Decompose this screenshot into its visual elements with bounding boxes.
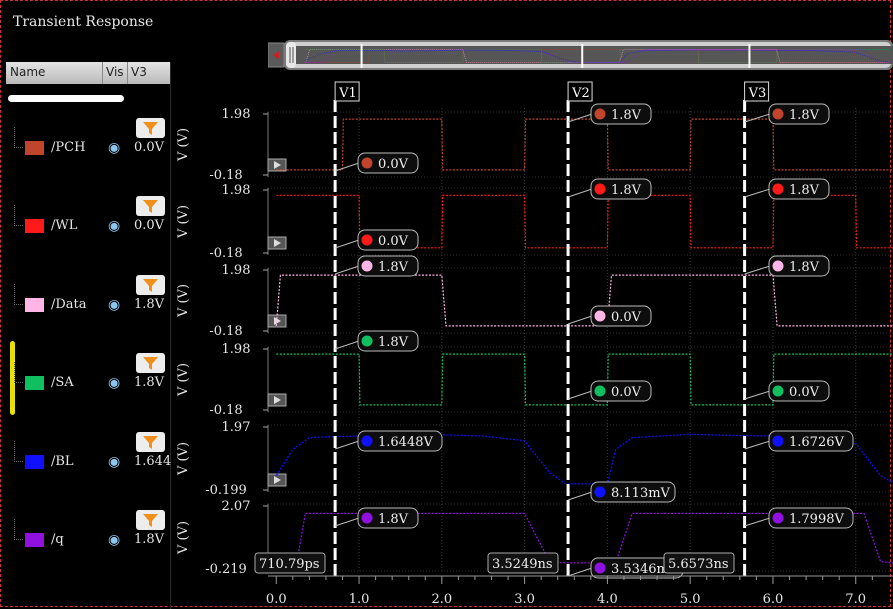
- cursor-handle[interactable]: V2: [567, 81, 593, 102]
- marker-leader: [334, 265, 360, 275]
- marker-dot: [594, 310, 606, 322]
- y-tick-label: 1.98: [222, 107, 251, 122]
- marker-value: 1.8V: [789, 260, 820, 275]
- marker-dot: [594, 486, 606, 498]
- marker-value: 8.113mV: [611, 486, 671, 501]
- x-tick-label: 2.0: [431, 592, 452, 607]
- marker-dot: [594, 183, 606, 195]
- marker-value: 0.0V: [611, 385, 642, 400]
- strip-frame: [267, 346, 893, 413]
- strip-play-button[interactable]: [267, 236, 287, 250]
- marker-leader: [567, 315, 593, 325]
- marker-value: 0.0V: [378, 234, 409, 249]
- marker-leader: [744, 265, 771, 275]
- y-tick-label: -0.18: [209, 246, 242, 261]
- y-tick-label: -0.18: [209, 403, 242, 418]
- marker-value: 0.0V: [378, 157, 409, 172]
- strip-frame: [267, 267, 893, 334]
- x-tick-label: 7.0: [845, 592, 866, 607]
- marker-dot: [361, 234, 373, 246]
- marker-leader: [334, 440, 360, 450]
- marker-value: 1.7998V: [789, 512, 844, 527]
- marker-dot: [772, 183, 784, 195]
- marker-value: 1.8V: [378, 260, 409, 275]
- marker-dot: [361, 435, 373, 447]
- x-tick-label: 0.0: [266, 592, 287, 607]
- y-tick-label: 2.07: [222, 499, 251, 514]
- cursor-x-readout: 710.79ps: [259, 557, 319, 572]
- y-tick-label: -0.18: [209, 324, 242, 339]
- cursor-label: V3: [748, 86, 767, 101]
- cursor-handle[interactable]: V3: [744, 81, 770, 102]
- marker-leader: [744, 440, 771, 450]
- y-tick-label: 1.98: [222, 263, 251, 278]
- marker-leader: [567, 567, 593, 577]
- y-tick-label: 1.98: [222, 183, 251, 198]
- y-axis-label: V (V): [176, 205, 191, 239]
- marker-value: 0.0V: [789, 385, 820, 400]
- y-tick-label: -0.199: [205, 483, 247, 498]
- y-axis-label: V (V): [176, 284, 191, 318]
- marker-leader: [744, 188, 771, 198]
- x-tick-label: 6.0: [763, 592, 784, 607]
- y-axis-label: V (V): [176, 128, 191, 162]
- y-tick-label: -0.219: [205, 562, 247, 577]
- marker-dot: [772, 260, 784, 272]
- marker-dot: [594, 562, 606, 574]
- marker-value: 1.8V: [378, 335, 409, 350]
- marker-leader: [567, 390, 593, 400]
- marker-dot: [361, 335, 373, 347]
- y-axis-label: V (V): [176, 363, 191, 397]
- marker-leader: [744, 113, 771, 123]
- cursor-x-readout: 3.5249ns: [492, 557, 553, 572]
- marker-value: 1.8V: [789, 108, 820, 123]
- marker-dot: [361, 260, 373, 272]
- marker-leader: [334, 517, 360, 527]
- marker-leader: [334, 340, 360, 350]
- cursor-x-readout: 5.6573ns: [668, 557, 729, 572]
- y-axis-label: V (V): [176, 442, 191, 476]
- x-tick-label: 4.0: [597, 592, 618, 607]
- cursor-label: V1: [338, 86, 357, 101]
- marker-leader: [334, 162, 360, 172]
- marker-value: 1.6448V: [378, 435, 433, 450]
- y-axis-label: V (V): [176, 521, 191, 555]
- marker-leader: [744, 517, 771, 527]
- marker-dot: [772, 108, 784, 120]
- marker-value: 1.8V: [378, 512, 409, 527]
- cursor-label: V2: [571, 86, 590, 101]
- marker-dot: [772, 512, 784, 524]
- y-tick-label: -0.18: [209, 168, 242, 183]
- waveform-plot-area[interactable]: 1.98-0.18V (V)1.98-0.18V (V)1.98-0.18V (…: [0, 0, 893, 609]
- y-tick-label: 1.98: [222, 342, 251, 357]
- marker-dot: [361, 512, 373, 524]
- strip-play-button[interactable]: [267, 473, 287, 487]
- marker-dot: [594, 385, 606, 397]
- marker-leader: [567, 113, 593, 123]
- x-tick-label: 5.0: [680, 592, 701, 607]
- marker-leader: [744, 390, 771, 400]
- strip-play-button[interactable]: [267, 158, 287, 172]
- marker-value: 1.8V: [611, 108, 642, 123]
- marker-leader: [334, 239, 360, 249]
- marker-value: 0.0V: [611, 310, 642, 325]
- y-tick-label: 1.97: [222, 420, 251, 435]
- marker-dot: [594, 108, 606, 120]
- cursor-handle[interactable]: V1: [334, 81, 360, 102]
- marker-leader: [567, 491, 593, 501]
- marker-dot: [361, 157, 373, 169]
- marker-dot: [772, 435, 784, 447]
- x-tick-label: 1.0: [349, 592, 370, 607]
- marker-leader: [567, 188, 593, 198]
- marker-value: 1.8V: [789, 183, 820, 198]
- marker-value: 1.6726V: [789, 435, 844, 450]
- marker-value: 1.8V: [611, 183, 642, 198]
- x-tick-label: 3.0: [514, 592, 535, 607]
- strip-play-button[interactable]: [267, 393, 287, 407]
- marker-dot: [772, 385, 784, 397]
